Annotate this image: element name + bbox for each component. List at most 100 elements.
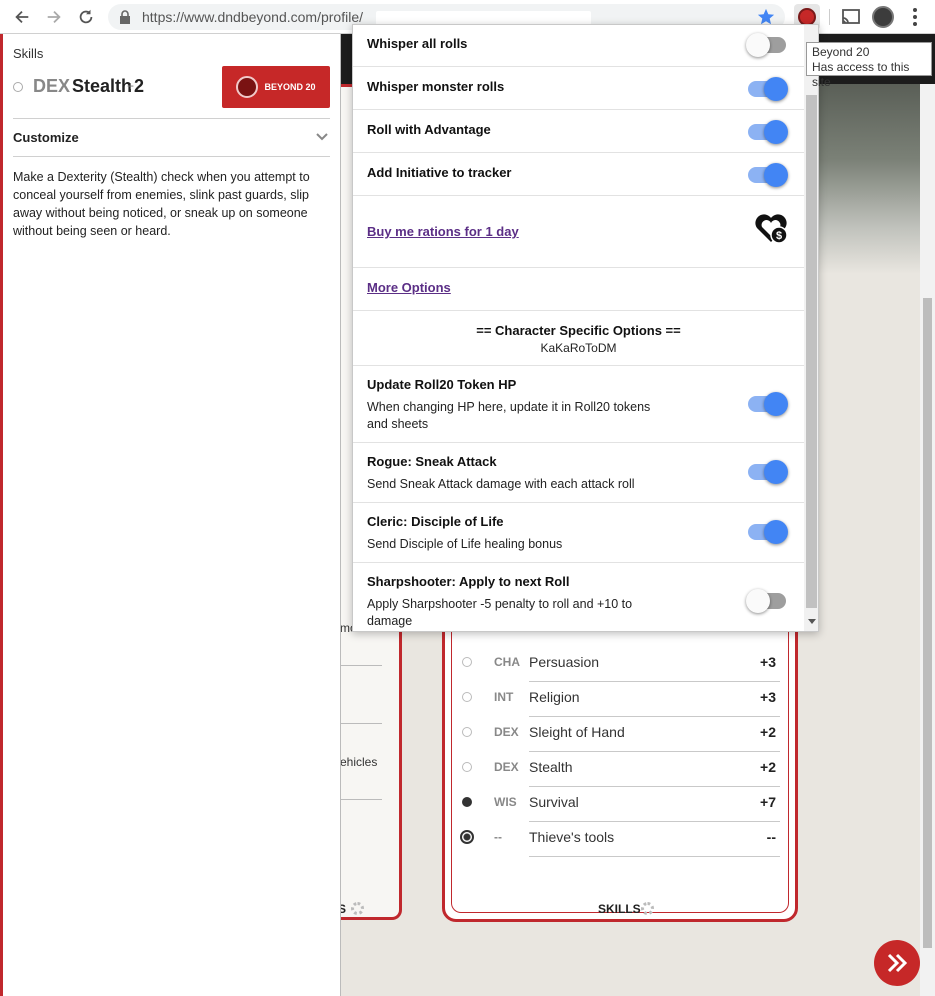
- sidebar-section-label: Skills: [13, 46, 44, 61]
- more-options-row: More Options: [353, 268, 804, 311]
- more-options-link[interactable]: More Options: [367, 280, 451, 295]
- forward-button[interactable]: [42, 5, 66, 29]
- update-token-hp-toggle[interactable]: [746, 390, 788, 418]
- url-redaction: [376, 11, 591, 25]
- whisper-monster-rolls-toggle[interactable]: [746, 75, 788, 103]
- reload-button[interactable]: [74, 5, 98, 29]
- profile-avatar[interactable]: [872, 6, 894, 28]
- beyond20-popup: Whisper all rolls Whisper monster rolls …: [352, 24, 819, 632]
- character-name: KaKaRoToDM: [540, 341, 617, 355]
- gear-icon[interactable]: [641, 902, 654, 915]
- toggle-knob: [764, 120, 788, 144]
- proficiency-bubble: [462, 797, 472, 807]
- donate-row: Buy me rations for 1 day: [353, 196, 804, 268]
- option-description: Send Disciple of Life healing bonus: [367, 537, 563, 551]
- skill-bonus[interactable]: +2: [127, 76, 144, 97]
- proficiency-bubble: [462, 762, 472, 772]
- sidebar-divider: [13, 118, 330, 119]
- option-title: Rogue: Sneak Attack: [367, 454, 497, 469]
- character-option-row: Rogue: Sneak Attack Send Sneak Attack da…: [353, 443, 804, 503]
- disciple-of-life-toggle[interactable]: [746, 518, 788, 546]
- page-scrollbar-thumb[interactable]: [923, 298, 932, 948]
- option-row: Add Initiative to tracker: [353, 153, 804, 196]
- skill-stat: DEX: [494, 725, 519, 739]
- skill-description: Make a Dexterity (Stealth) check when yo…: [13, 170, 310, 238]
- proficiency-bubble: [462, 657, 472, 667]
- skill-bonus[interactable]: +2: [740, 724, 776, 740]
- skill-bonus[interactable]: --: [740, 829, 776, 845]
- whisper-all-rolls-toggle[interactable]: [746, 31, 788, 59]
- heart-dollar-icon[interactable]: $: [753, 211, 789, 245]
- skill-detail-sidebar: Skills DEX Stealth +2 BEYOND 20 Customiz…: [0, 34, 341, 996]
- option-title: Whisper monster rolls: [367, 79, 505, 94]
- popup-scrollbar-thumb[interactable]: [806, 95, 817, 608]
- bonus-value: 2: [134, 76, 145, 96]
- skill-bonus[interactable]: +3: [740, 654, 776, 670]
- extension-tooltip: Beyond 20 Has access to this site: [806, 42, 932, 89]
- expertise-bubble: [460, 830, 474, 844]
- option-title: Cleric: Disciple of Life: [367, 514, 504, 529]
- reload-icon: [79, 9, 93, 24]
- proficiency-bubble: [462, 692, 472, 702]
- skill-name[interactable]: Sleight of Hand: [529, 724, 625, 740]
- skills-box-title: SKILLS: [598, 902, 641, 916]
- option-title: Whisper all rolls: [367, 36, 468, 51]
- svg-text:$: $: [776, 230, 782, 242]
- skill-name[interactable]: Survival: [529, 794, 579, 810]
- row-divider: [529, 856, 780, 857]
- tooltip-title: Beyond 20: [812, 45, 870, 59]
- character-option-row: Sharpshooter: Apply to next Roll Apply S…: [353, 563, 804, 631]
- toggle-knob: [746, 33, 770, 57]
- character-section-title: == Character Specific Options ==: [476, 323, 681, 338]
- character-option-row: Update Roll20 Token HP When changing HP …: [353, 366, 804, 443]
- character-option-row: Cleric: Disciple of Life Send Disciple o…: [353, 503, 804, 563]
- skill-bonus[interactable]: +7: [740, 794, 776, 810]
- toggle-knob: [764, 392, 788, 416]
- character-section-header: == Character Specific Options == KaKaRoT…: [353, 311, 804, 366]
- tooltip-subtitle: Has access to this site: [812, 60, 910, 89]
- skill-name[interactable]: Stealth: [529, 759, 573, 775]
- toggle-knob: [764, 460, 788, 484]
- sidebar-divider: [13, 156, 330, 157]
- option-title: Add Initiative to tracker: [367, 165, 512, 180]
- bonus-sign: +: [127, 79, 135, 93]
- skill-bonus[interactable]: +3: [740, 689, 776, 705]
- browser-menu-icon[interactable]: [906, 6, 924, 28]
- donate-link[interactable]: Buy me rations for 1 day: [367, 224, 519, 239]
- option-title: Roll with Advantage: [367, 122, 491, 137]
- cast-icon[interactable]: [840, 6, 862, 28]
- toolbar-separator: [829, 9, 830, 25]
- beyond20-roll-button[interactable]: BEYOND 20: [222, 66, 330, 108]
- skill-name: Stealth: [72, 76, 133, 96]
- gear-icon[interactable]: [351, 902, 364, 915]
- proficiency-bubble: [462, 727, 472, 737]
- toggle-knob: [764, 163, 788, 187]
- roll-with-advantage-toggle[interactable]: [746, 118, 788, 146]
- toggle-knob: [764, 520, 788, 544]
- chevron-down-icon[interactable]: [315, 132, 329, 142]
- toggle-knob: [746, 589, 770, 613]
- customize-toggle[interactable]: Customize: [13, 130, 79, 145]
- sneak-attack-toggle[interactable]: [746, 458, 788, 486]
- option-title: Sharpshooter: Apply to next Roll: [367, 574, 570, 589]
- option-description: Send Sneak Attack damage with each attac…: [367, 477, 635, 491]
- skill-stat: INT: [494, 690, 514, 704]
- add-initiative-toggle[interactable]: [746, 161, 788, 189]
- option-row: Whisper all rolls: [353, 25, 804, 67]
- skill-stat: --: [494, 830, 502, 844]
- option-title: Update Roll20 Token HP: [367, 377, 517, 392]
- skill-name[interactable]: Religion: [529, 689, 580, 705]
- sheet-background-art: [800, 84, 935, 274]
- arrow-left-icon: [15, 10, 29, 24]
- sharpshooter-toggle[interactable]: [746, 587, 788, 615]
- skill-stat: CHA: [494, 655, 520, 669]
- beyond20-logo-icon: [236, 76, 259, 98]
- scroll-down-arrow-icon[interactable]: [808, 619, 816, 624]
- skill-name[interactable]: Thieve's tools: [529, 829, 614, 845]
- back-button[interactable]: [10, 5, 34, 29]
- skill-bonus[interactable]: +2: [740, 759, 776, 775]
- url-text[interactable]: https://www.dndbeyond.com/profile/: [142, 9, 363, 25]
- beyond-floating-button[interactable]: [874, 940, 920, 986]
- skill-name[interactable]: Persuasion: [529, 654, 599, 670]
- skill-stat: WIS: [494, 795, 517, 809]
